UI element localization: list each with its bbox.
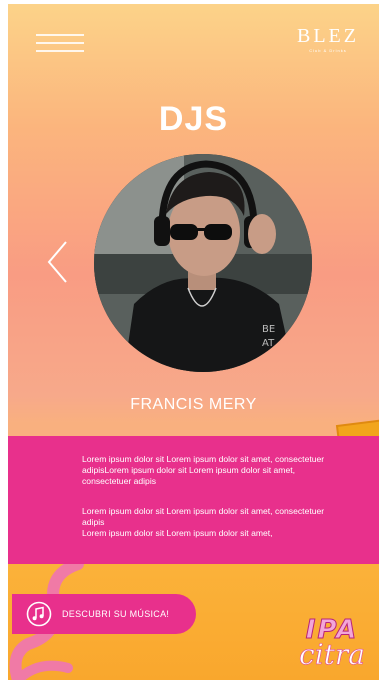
svg-text:BE: BE (262, 324, 275, 335)
footer-section: DESCUBRI SU MÚSICA! IPA citra (8, 564, 379, 680)
svg-text:AT: AT (262, 338, 275, 349)
discover-music-button[interactable]: DESCUBRI SU MÚSICA! (12, 594, 196, 634)
logo-text: BLEZ (297, 25, 359, 47)
app-screen: BLEZ Club & Drinks DJS BE AT FRANCIS MER… (8, 4, 379, 680)
description-paragraph: Lorem ipsum dolor sit Lorem ipsum dolor … (82, 454, 325, 486)
ipa-citra-logo: IPA citra (299, 617, 366, 671)
description-section: Lorem ipsum dolor sit Lorem ipsum dolor … (8, 436, 379, 564)
dj-photo: BE AT (94, 154, 312, 372)
chevron-left-icon[interactable] (46, 240, 70, 284)
page-title: DJS (158, 100, 229, 138)
brand-line2: citra (299, 638, 366, 671)
description-line: Lorem ipsum dolor sit Lorem ipsum dolor … (82, 506, 325, 527)
brand-logo[interactable]: BLEZ Club & Drinks (297, 26, 359, 53)
description-line: Lorem ipsum dolor sit Lorem ipsum dolor … (82, 528, 273, 538)
logo-subtitle: Club & Drinks (309, 48, 347, 53)
menu-icon[interactable] (36, 30, 84, 56)
dj-photo-illustration: BE AT (94, 154, 312, 372)
description-paragraph: Lorem ipsum dolor sit Lorem ipsum dolor … (82, 506, 332, 539)
discover-music-label: DESCUBRI SU MÚSICA! (62, 609, 170, 619)
music-note-icon (26, 601, 52, 627)
dj-name: FRANCIS MERY (130, 396, 257, 413)
